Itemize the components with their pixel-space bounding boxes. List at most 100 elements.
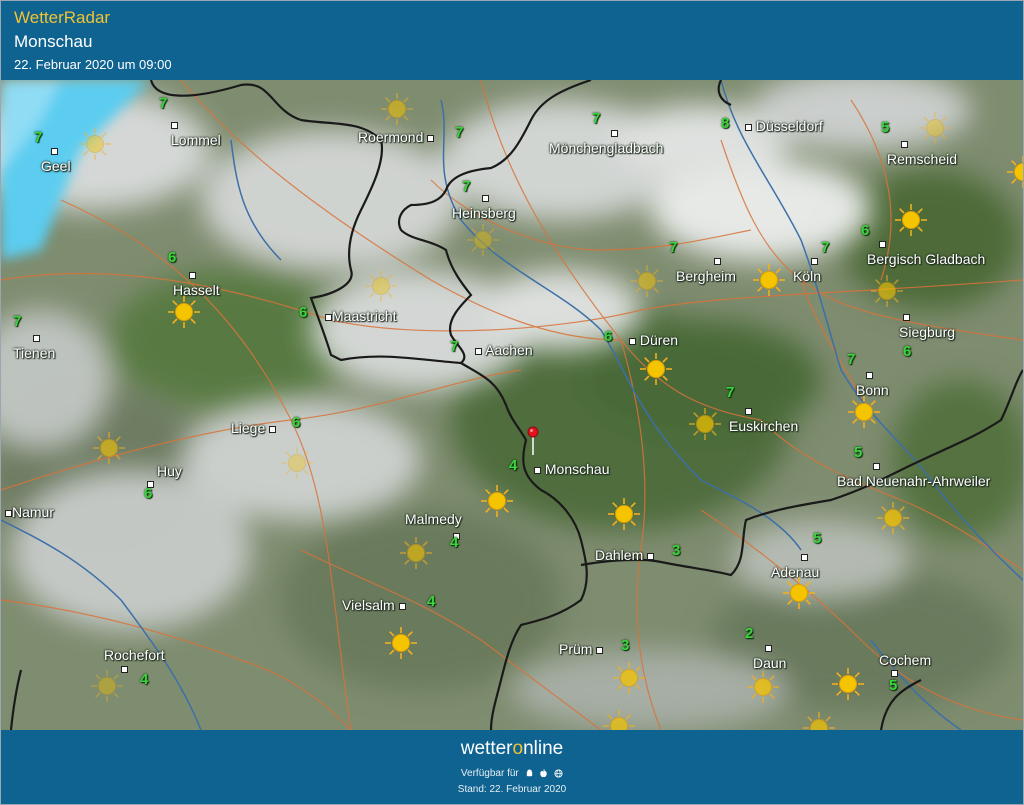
city-dot [269,425,277,433]
temperature-label: 3 [672,542,681,559]
temperature-label: 7 [847,351,856,368]
city-label[interactable]: Tienen [13,329,55,361]
city-label[interactable]: Düren [629,332,678,348]
city-label[interactable]: Namur [5,504,54,520]
city-name: Cochem [879,652,932,668]
temperature-label: 4 [427,593,436,610]
city-label[interactable]: Liege [231,420,277,436]
sun-icon [893,202,929,238]
city-name: Monschau [544,461,610,477]
city-label[interactable]: Mönchengladbach [549,124,663,156]
temperature-label: 5 [854,444,863,461]
city-label[interactable]: Euskirchen [729,402,798,434]
city-dot [398,602,406,610]
location-pin-icon[interactable] [527,426,539,456]
sun-icon [363,268,399,304]
sun-icon [830,666,866,702]
temperature-label: 7 [13,313,22,330]
sun-icon [606,496,642,532]
datetime-label: 22. Februar 2020 um 09:00 [14,57,172,72]
temperature-label: 7 [821,239,830,256]
city-label[interactable]: Geel [41,142,71,174]
city-name: Lommel [171,132,221,148]
footer-bar: wetteronline Verfügbar für Stand: 22. Fe… [1,730,1023,804]
city-label[interactable]: Monschau [534,461,609,477]
temperature-label: 7 [450,338,459,355]
city-name: Huy [157,463,182,479]
city-dot [801,553,808,561]
city-label[interactable]: Vielsalm [342,597,406,613]
sun-icon [166,294,202,330]
city-dot [647,552,655,560]
apple-icon[interactable] [539,769,548,778]
web-icon[interactable] [554,769,563,778]
city-label[interactable]: Maastricht [325,308,397,324]
city-dot [879,240,886,248]
city-name: Heinsberg [452,205,516,221]
brand-logo[interactable]: wetteronline [1,738,1023,760]
city-label[interactable]: Dahlem [595,547,655,563]
city-dot [901,140,908,148]
sun-icon [398,535,434,571]
sun-icon [479,483,515,519]
city-label[interactable]: Cochem [879,652,931,668]
sun-icon [638,351,674,387]
sun-icon [751,262,787,298]
temperature-label: 2 [745,625,754,642]
city-name: Aachen [485,342,533,358]
city-name: Bergisch Gladbach [867,251,986,267]
city-dot [811,257,818,265]
location-title: Monschau [14,32,93,51]
city-name: Dahlem [595,547,644,563]
temperature-label: 3 [621,637,630,654]
sun-icon [846,394,882,430]
sun-icon [917,110,953,146]
temperature-label: 6 [861,222,870,239]
android-icon[interactable] [525,769,534,778]
city-label[interactable]: Bergisch Gladbach [867,235,985,267]
city-dot [534,466,541,474]
data-timestamp: Stand: 22. Februar 2020 [457,784,567,795]
temperature-label: 5 [889,677,898,694]
temperature-label: 7 [159,95,168,112]
city-label[interactable]: Huy [157,463,182,479]
city-dot [866,371,873,379]
city-dot [189,271,196,279]
city-label[interactable]: Bergheim [676,252,736,284]
city-name: Prüm [559,641,593,657]
city-label[interactable]: Siegburg [899,308,955,340]
sun-icon [869,273,905,309]
city-label[interactable]: Prüm [559,641,604,657]
city-dot [5,509,12,517]
availability-line: Verfügbar für [1,768,1023,779]
city-name: Tienen [13,345,56,361]
city-label[interactable]: Roermond [358,129,435,145]
city-label[interactable]: Lommel [171,116,221,148]
city-dot [765,644,772,652]
city-label[interactable]: Bad Neuenahr-Ahrweiler [837,457,990,489]
city-dot [325,313,332,321]
city-dot [873,462,880,470]
app-title: WetterRadar [14,8,111,27]
city-label[interactable]: Daun [753,639,786,671]
city-name: Bad Neuenahr-Ahrweiler [837,473,991,489]
city-name: Euskirchen [729,418,799,434]
city-label[interactable]: Rochefort [104,647,165,663]
city-dot [475,347,482,355]
city-label[interactable]: Düsseldorf [745,118,823,134]
city-dot [596,646,604,654]
app-frame: WetterRadar Monschau 22. Februar 2020 um… [0,0,1024,805]
city-dot [33,334,40,342]
city-label[interactable]: Köln [793,252,821,284]
city-label[interactable]: Aachen [475,342,533,358]
header-bar: WetterRadar Monschau 22. Februar 2020 um… [1,1,1023,80]
weather-radar-map[interactable]: Lommel Roermond Düsseldorf Mönchengladba… [1,80,1023,730]
city-name: Remscheid [887,151,958,167]
sun-icon [687,406,723,442]
sun-icon [89,668,125,704]
temperature-label: 7 [669,239,678,256]
temperature-label: 7 [455,124,464,141]
city-name: Liege [231,420,266,436]
city-dot [611,129,618,137]
city-name: Namur [12,504,55,520]
